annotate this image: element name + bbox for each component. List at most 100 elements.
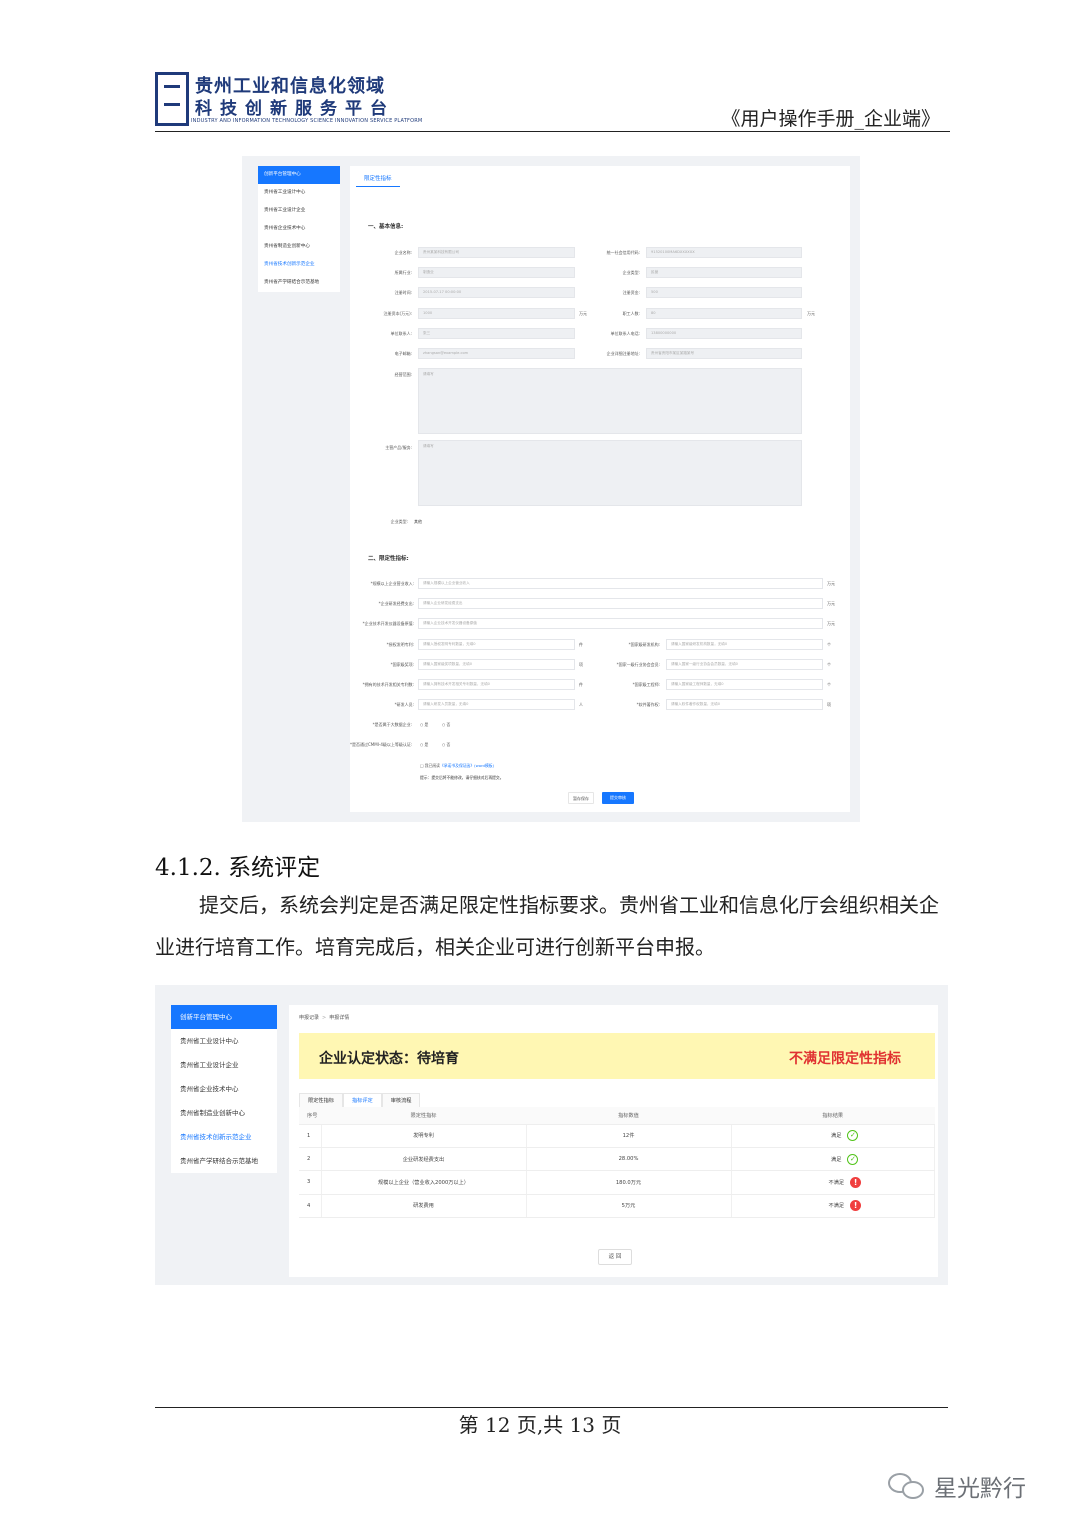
tab-limiting-indicators[interactable]: 限定性指标 [356, 174, 400, 187]
indicator-name: 规模以上企业（营业收入2000万以上） [321, 1170, 527, 1195]
agreement-prefix: 我已阅读 [424, 763, 440, 768]
unit-label: 个 [827, 682, 831, 687]
sidebar-item[interactable]: 贵州省制造业创新中心 [258, 238, 340, 256]
field-input[interactable]: 1000 [418, 308, 575, 319]
field-label: 企业详细注册地址: [606, 351, 640, 356]
footer-rule [155, 1407, 948, 1408]
sidebar-item[interactable]: 贵州省产学研结合示范基地 [258, 274, 340, 292]
header-rule [155, 131, 950, 132]
platform-logo: 贵州工业和信息化领域 科技创新服务平台 INDUSTRY AND INFORMA… [155, 70, 422, 130]
enterprise-type-value: 其他 [414, 519, 422, 524]
radio-yes[interactable]: ○ 是 [420, 742, 428, 748]
field-label: 注册资金: [622, 290, 640, 295]
field-input[interactable]: 请输入国家级工程师数量，无填0 [666, 679, 823, 690]
field-input[interactable]: 请输入国家级研发机构数量，无填0 [666, 639, 823, 650]
breadcrumb-item: 申报详情 [329, 1015, 350, 1021]
watermark: 星光黔行 [888, 1466, 1026, 1506]
radio-no[interactable]: ○ 否 [442, 742, 450, 748]
save-draft-button[interactable]: 暂存保存 [568, 792, 594, 804]
sidebar-item[interactable]: 贵州省制造业创新中心 [171, 1101, 277, 1125]
breadcrumb-item[interactable]: 申报记录 [299, 1015, 319, 1021]
field-label: *国家级工程师: [632, 682, 660, 687]
unit-label: 人 [579, 702, 583, 707]
field-input[interactable]: 贵州某某科技有限公司 [418, 247, 575, 258]
field-input[interactable]: zhangsan@example.com [418, 348, 575, 359]
sidebar-item[interactable]: 贵州省企业技术中心 [258, 220, 340, 238]
evaluation-screenshot: 创新平台管理中心 贵州省工业设计中心 贵州省工业设计企业 贵州省企业技术中心 贵… [155, 985, 948, 1285]
unit-label: 件 [579, 642, 583, 647]
main-products-textarea[interactable]: 请填写 [418, 440, 802, 506]
field-input[interactable]: 张三 [418, 328, 575, 339]
field-input[interactable]: 请输入企业研发经费支出 [418, 598, 823, 609]
sidebar-item[interactable]: 贵州省工业设计企业 [258, 202, 340, 220]
field-input[interactable]: 请输入国家级奖项数量，无填0 [418, 659, 575, 670]
tab-review-process[interactable]: 审核流程 [381, 1093, 421, 1107]
error-circle-icon: ! [850, 1176, 862, 1188]
indicator-value: 12件 [526, 1124, 732, 1148]
field-label: 经营范围: [394, 372, 412, 377]
field-label: *授权发明专利: [386, 642, 414, 647]
field-input[interactable]: 请输入授权发明专利数量，无填0 [418, 639, 575, 650]
field-label: *是否属于大数据企业: [372, 722, 412, 727]
radio-no[interactable]: ○ 否 [442, 722, 450, 728]
status-banner: 企业认定状态：待培育 不满足限定性指标 [299, 1033, 935, 1079]
agreement-checkbox[interactable]: □ 我已阅读《承诺书及保证函》(word模板) [420, 763, 494, 769]
sidebar-header[interactable]: 创新平台管理中心 [171, 1005, 277, 1029]
logo-english-name: INDUSTRY AND INFORMATION TECHNOLOGY SCIE… [191, 118, 423, 124]
field-input[interactable]: 请输入国家一级行业协会会员数量，无填0 [666, 659, 823, 670]
submit-review-button[interactable]: 提交审核 [602, 792, 634, 804]
field-input[interactable]: 500 [646, 287, 802, 298]
indicator-value: 180.0万元 [526, 1170, 732, 1195]
field-input[interactable]: 请输入拥有技术开发相关专利数量，无填0 [418, 679, 575, 690]
template-link[interactable]: (word模板) [474, 763, 494, 768]
field-label: 职工人数: [622, 311, 640, 316]
field-input[interactable]: 贵州省贵阳市某区某路某号 [646, 348, 802, 359]
field-input[interactable]: 请输入软件著作权数量，无填0 [666, 699, 823, 710]
field-input[interactable]: 91520100MA6DXXXXXX [646, 247, 802, 258]
radio-no-label: 否 [446, 742, 451, 747]
field-label: *企业研发经费支出: [378, 601, 414, 606]
field-label: 所属行业: [394, 270, 412, 275]
sidebar-item-selected[interactable]: 贵州省技术创新示范企业 [258, 256, 340, 274]
table-header-row: 序号 限定性指标 指标数值 指标结果 [299, 1107, 935, 1125]
field-label: *拥有的技术开发相关专利数: [362, 682, 414, 687]
business-scope-textarea[interactable]: 请填写 [418, 368, 802, 434]
sidebar-item[interactable]: 贵州省产学研结合示范基地 [171, 1149, 277, 1173]
agreement-link[interactable]: 《承诺书及保证函》 [440, 763, 474, 768]
field-input[interactable]: 请输入企业技术开发仪器设备原值 [418, 618, 823, 629]
error-circle-icon: ! [850, 1200, 862, 1212]
page-header: 贵州工业和信息化领域 科技创新服务平台 INDUSTRY AND INFORMA… [155, 68, 950, 132]
sidebar-item-selected[interactable]: 贵州省技术创新示范企业 [171, 1125, 277, 1149]
field-input[interactable]: 13800000000 [646, 328, 802, 339]
field-input[interactable]: 制造业 [418, 267, 575, 278]
indicator-result: 满足 ✓ [731, 1124, 935, 1148]
watermark-text: 星光黔行 [934, 1476, 1026, 1502]
field-input[interactable]: 民营 [646, 267, 802, 278]
row-number: 2 [299, 1147, 322, 1172]
field-label: *是否通过CMMI-4级以上等级认证: [350, 742, 413, 747]
check-circle-icon: ✓ [847, 1153, 859, 1165]
sidebar-item[interactable]: 贵州省工业设计企业 [171, 1053, 277, 1077]
column-header: 序号 [299, 1107, 321, 1125]
field-input[interactable]: 2015-07-17 00:00:00 [418, 287, 575, 298]
indicator-value: 28.00% [526, 1147, 732, 1172]
tab-indicator-evaluation[interactable]: 指标评定 [342, 1093, 382, 1107]
sidebar-item[interactable]: 贵州省企业技术中心 [171, 1077, 277, 1101]
field-input[interactable]: 请输入研发人员数量，无填0 [418, 699, 575, 710]
field-label: 主营产品/服务: [385, 445, 412, 450]
back-button[interactable]: 返 回 [598, 1249, 632, 1265]
tab-limiting-indicators[interactable]: 限定性指标 [299, 1093, 343, 1107]
radio-yes[interactable]: ○ 是 [420, 722, 428, 728]
sidebar-header[interactable]: 创新平台管理中心 [258, 166, 340, 184]
field-label: *企业技术开发仪器设备原值: [362, 621, 414, 626]
section-heading: 4.1.2. 系统评定 [155, 855, 321, 881]
unit-label: 万元 [827, 621, 835, 626]
sidebar-item[interactable]: 贵州省工业设计中心 [258, 184, 340, 202]
field-label: 企业类型: [390, 519, 408, 524]
sidebar-item[interactable]: 贵州省工业设计中心 [171, 1029, 277, 1053]
field-label: 统一社会信用代码: [606, 250, 640, 255]
row-number: 4 [299, 1194, 322, 1219]
field-label: 注册资本(万元): [383, 311, 412, 316]
field-input[interactable]: 请输入规模以上企业营业收入 [418, 578, 823, 589]
field-input[interactable]: 80 [646, 308, 802, 319]
